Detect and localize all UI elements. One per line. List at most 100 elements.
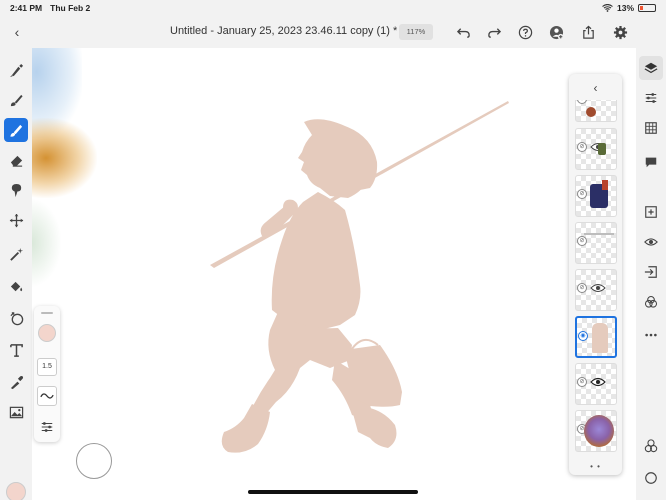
layer-thumbnail-1[interactable]: ⊘ [575, 100, 617, 122]
import-layer-button[interactable] [639, 260, 663, 284]
layer-properties-icon [645, 93, 657, 103]
pixel-brush-tool[interactable] [4, 58, 28, 82]
layer-visibility-toggle[interactable]: ⊘ [577, 189, 587, 199]
gear-icon [613, 25, 627, 39]
layer-visibility-toggle[interactable]: ⊘ [577, 142, 587, 152]
document-title[interactable]: Untitled - January 25, 2023 23.46.11 cop… [170, 25, 410, 37]
blend-mode-button[interactable] [639, 290, 663, 314]
comment-icon [645, 157, 657, 168]
fill-tool[interactable] [4, 274, 28, 298]
brush-size-field[interactable]: 1.5 [37, 358, 57, 376]
back-boot [221, 404, 270, 453]
add-person-icon [549, 25, 564, 40]
home-indicator[interactable] [248, 490, 418, 494]
grid-button[interactable] [639, 116, 663, 140]
more-icon [645, 333, 657, 337]
liquify-tool[interactable] [4, 306, 28, 330]
more-options-button[interactable] [639, 323, 663, 347]
redo-button[interactable] [485, 23, 503, 41]
status-time: 2:41 PM [10, 3, 43, 13]
wave-icon [40, 393, 54, 399]
visibility-button[interactable] [639, 230, 663, 254]
vector-brush-icon [9, 124, 22, 137]
selection-wand-icon [9, 247, 23, 261]
fill-icon [10, 281, 22, 291]
layer-thumbnail-3[interactable]: ⊘ [575, 175, 617, 217]
layer-visibility-toggle[interactable]: ⊘ [577, 236, 587, 246]
brush-flow-button[interactable] [37, 386, 57, 406]
eraser-icon [10, 155, 22, 167]
layers-panel: ‹ ⊘ ⊘ ⊘ ⊘ ⊘ ◉ ⊘ [569, 74, 622, 475]
layer-properties-button[interactable] [639, 86, 663, 110]
color-picker-swatch[interactable] [6, 482, 26, 500]
layer-thumbnail-6-selected[interactable]: ◉ [575, 316, 617, 358]
blend-icon [644, 295, 658, 308]
text-tool[interactable] [4, 338, 28, 362]
layers-list: ⊘ ⊘ ⊘ ⊘ ⊘ ◉ ⊘ ⊘ [569, 100, 622, 452]
brush-settings-icon [41, 422, 53, 432]
eraser-tool[interactable] [4, 148, 28, 172]
back-button[interactable]: ‹ [8, 23, 26, 41]
settings-button[interactable] [611, 23, 629, 41]
layer-thumbnail-4[interactable]: ⊘ [575, 222, 617, 264]
battery-icon [638, 4, 656, 12]
layer-visibility-toggle[interactable]: ⊘ [577, 100, 587, 104]
eyedropper-icon [10, 375, 23, 389]
selection-tool[interactable] [4, 242, 28, 266]
brush-settings-panel: 1.5 [34, 306, 60, 442]
layers-button[interactable] [639, 56, 663, 80]
document-title-text: Untitled - January 25, 2023 23.46.11 cop… [170, 25, 398, 37]
hidden-eye-icon [590, 377, 606, 387]
shape-tool-button[interactable] [639, 434, 663, 458]
help-icon [518, 25, 532, 39]
comments-button[interactable] [639, 150, 663, 174]
add-layer-button[interactable] [639, 200, 663, 224]
image-tool[interactable] [4, 400, 28, 424]
layers-collapse-button[interactable]: ‹ [569, 78, 622, 98]
collaborate-button[interactable] [547, 23, 565, 41]
add-layer-icon [645, 206, 657, 218]
share-icon [582, 25, 594, 39]
eye-icon [644, 238, 658, 246]
share-button[interactable] [579, 23, 597, 41]
brush-color-swatch[interactable] [38, 324, 56, 342]
zoom-level[interactable]: 117% [399, 24, 433, 40]
pixel-brush-icon [9, 63, 23, 77]
live-brush-tool[interactable] [4, 88, 28, 112]
layer-thumbnail-7[interactable]: ⊘ [575, 363, 617, 405]
front-boot [352, 408, 397, 448]
status-date: Thu Feb 2 [50, 3, 91, 13]
layers-page-indicator: • • [590, 462, 601, 471]
image-icon [9, 406, 23, 418]
left-toolbar [0, 48, 32, 500]
status-bar: 2:41 PM Thu Feb 2 13% [0, 0, 666, 16]
layers-icon [644, 62, 658, 74]
grid-icon [645, 122, 657, 134]
move-tool[interactable] [4, 208, 28, 232]
move-icon [9, 213, 23, 227]
undo-icon [456, 27, 470, 38]
text-icon [9, 343, 23, 357]
battery-percent: 13% [616, 3, 634, 13]
touch-shortcut-button[interactable] [76, 443, 112, 479]
panel-handle[interactable] [41, 312, 53, 314]
vector-brush-tool[interactable] [4, 118, 28, 142]
wifi-icon [602, 4, 613, 12]
hidden-eye-icon [590, 284, 606, 292]
help-button[interactable] [516, 23, 534, 41]
undo-button[interactable] [454, 23, 472, 41]
layer-visibility-toggle[interactable]: ⊘ [577, 283, 587, 293]
canvas[interactable] [32, 48, 636, 500]
top-toolbar: ‹ Untitled - January 25, 2023 23.46.11 c… [0, 16, 666, 48]
layer-visibility-toggle[interactable]: ◉ [578, 331, 588, 341]
layer-thumbnail-8[interactable]: ⊘ [575, 410, 617, 452]
layer-visibility-toggle[interactable]: ⊘ [577, 377, 587, 387]
right-toolbar [636, 48, 666, 500]
touch-mode-button[interactable] [639, 466, 663, 490]
brush-settings-button[interactable] [37, 417, 57, 437]
eyedropper-tool[interactable] [4, 370, 28, 394]
smudge-tool[interactable] [4, 178, 28, 202]
boy-silhouette-illustration [210, 101, 509, 453]
layer-thumbnail-5[interactable]: ⊘ [575, 269, 617, 311]
layer-thumbnail-2[interactable]: ⊘ [575, 128, 617, 170]
